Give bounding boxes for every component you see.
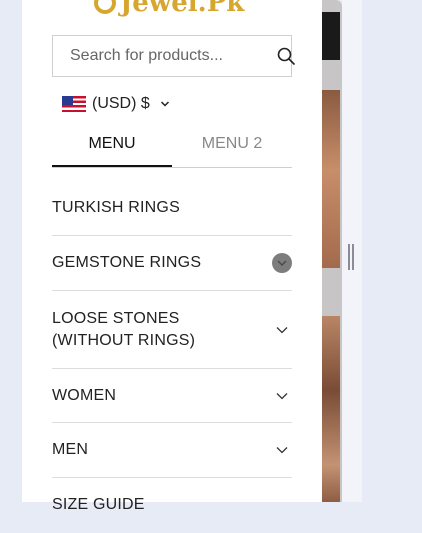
menu-item-men[interactable]: MEN: [52, 423, 292, 478]
menu-tabs: MENU MENU 2: [52, 130, 292, 168]
search-icon[interactable]: [277, 47, 295, 65]
search-form: [52, 35, 295, 77]
search-input[interactable]: [53, 37, 277, 75]
background-product-image: [322, 90, 340, 268]
chevron-down-icon[interactable]: [272, 386, 292, 406]
logo[interactable]: Jewel.Pk: [94, 0, 244, 18]
chevron-down-icon[interactable]: [272, 253, 292, 273]
chevron-down-icon[interactable]: [272, 320, 292, 340]
menu-item-label: GEMSTONE RINGS: [52, 254, 202, 271]
tab-menu[interactable]: MENU: [52, 130, 172, 167]
currency-label: (USD) $: [92, 95, 150, 112]
menu-item-label: WOMEN: [52, 386, 117, 404]
background-header-strip: [322, 12, 340, 60]
menu-item-label: LOOSE STONES (WITHOUT RINGS): [52, 309, 196, 349]
resize-handle[interactable]: [348, 244, 354, 270]
menu-item-label: MEN: [52, 441, 89, 458]
menu-item-gemstone-rings[interactable]: GEMSTONE RINGS: [52, 236, 292, 291]
currency-selector[interactable]: (USD) $: [62, 95, 170, 113]
logo-text: Jewel.Pk: [120, 0, 245, 18]
menu-item-loose-stones[interactable]: LOOSE STONES (WITHOUT RINGS): [52, 291, 292, 369]
menu-item-size-guide[interactable]: SIZE GUIDE: [52, 478, 292, 533]
logo-ring-icon: [94, 0, 116, 14]
chevron-down-icon[interactable]: [272, 440, 292, 460]
menu-item-label: TURKISH RINGS: [52, 199, 180, 216]
menu-item-women[interactable]: WOMEN: [52, 369, 292, 423]
menu-item-label: SIZE GUIDE: [52, 496, 145, 513]
mobile-menu-drawer: Jewel.Pk (USD) $ MENU MENU 2 TURKISH RIN…: [22, 0, 322, 513]
background-product-image: [322, 316, 340, 502]
menu-item-turkish-rings[interactable]: TURKISH RINGS: [52, 181, 292, 236]
chevron-down-icon: [160, 100, 170, 108]
tab-menu-2[interactable]: MENU 2: [172, 130, 292, 167]
menu-list: TURKISH RINGS GEMSTONE RINGS LOOSE STONE…: [52, 181, 292, 533]
us-flag-icon: [62, 96, 86, 112]
